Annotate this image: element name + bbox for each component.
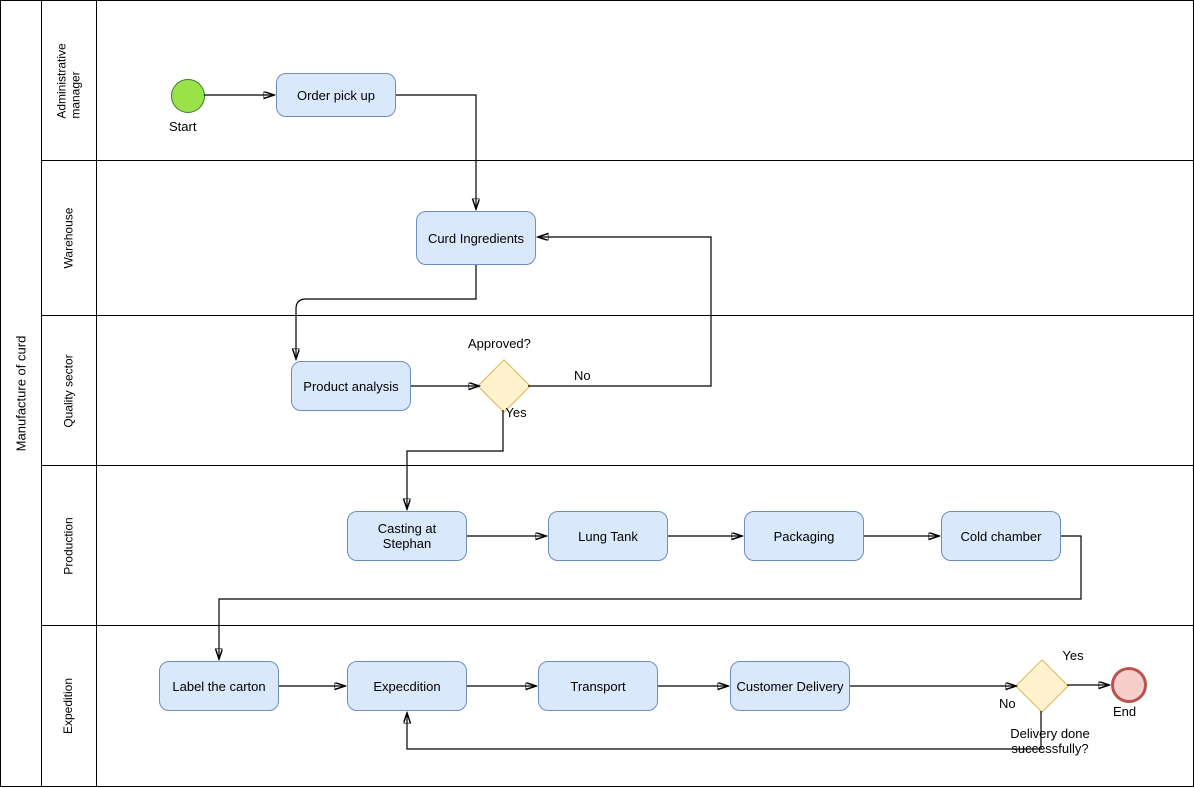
task-cold-chamber-label: Cold chamber	[961, 529, 1042, 544]
task-expedition-label: Expecdition	[373, 679, 440, 694]
gateway-delivery-label: Delivery done successfully?	[995, 726, 1105, 756]
lane-quality: Quality sector	[41, 316, 1193, 466]
delivery-no-label: No	[999, 696, 1016, 711]
task-curd-ingredients-label: Curd Ingredients	[428, 231, 524, 246]
task-expedition: Expecdition	[347, 661, 467, 711]
task-lung-tank: Lung Tank	[548, 511, 668, 561]
task-order-pickup-label: Order pick up	[297, 88, 375, 103]
lane-admin-title: Administrative manager	[41, 1, 97, 160]
task-cold-chamber: Cold chamber	[941, 511, 1061, 561]
lane-warehouse-label: Warehouse	[62, 208, 76, 269]
task-casting-label: Casting at Stephan	[352, 521, 462, 551]
end-label: End	[1113, 704, 1136, 719]
lane-expedition-title: Expedition	[41, 626, 97, 786]
end-event	[1111, 667, 1147, 703]
swimlane-diagram: Manufacture of curd Administrative manag…	[0, 0, 1194, 787]
lane-quality-title: Quality sector	[41, 316, 97, 465]
task-curd-ingredients: Curd Ingredients	[416, 211, 536, 265]
lane-admin: Administrative manager	[41, 1, 1193, 161]
task-casting: Casting at Stephan	[347, 511, 467, 561]
task-packaging: Packaging	[744, 511, 864, 561]
task-transport-label: Transport	[570, 679, 625, 694]
lane-expedition-label: Expedition	[62, 678, 76, 734]
lane-quality-label: Quality sector	[62, 354, 76, 427]
task-product-analysis-label: Product analysis	[303, 379, 398, 394]
lane-production-title: Production	[41, 466, 97, 625]
lane-warehouse-title: Warehouse	[41, 161, 97, 315]
delivery-yes-label: Yes	[1062, 649, 1084, 663]
approved-yes-label: Yes	[505, 406, 527, 420]
task-product-analysis: Product analysis	[291, 361, 411, 411]
lane-warehouse: Warehouse	[41, 161, 1193, 316]
task-lung-tank-label: Lung Tank	[578, 529, 638, 544]
lane-admin-label: Administrative manager	[55, 43, 83, 118]
task-customer-delivery-label: Customer Delivery	[737, 679, 844, 694]
pool-title-text: Manufacture of curd	[14, 336, 29, 452]
lane-production-label: Production	[62, 517, 76, 574]
gateway-approved-label: Approved?	[468, 336, 531, 351]
pool-title: Manufacture of curd	[1, 1, 42, 786]
task-packaging-label: Packaging	[774, 529, 835, 544]
start-label: Start	[169, 119, 196, 134]
start-event	[171, 79, 205, 113]
task-transport: Transport	[538, 661, 658, 711]
task-customer-delivery: Customer Delivery	[730, 661, 850, 711]
approved-no-label: No	[574, 368, 591, 383]
task-label-carton: Label the carton	[159, 661, 279, 711]
task-order-pickup: Order pick up	[276, 73, 396, 117]
task-label-carton-label: Label the carton	[172, 679, 265, 694]
